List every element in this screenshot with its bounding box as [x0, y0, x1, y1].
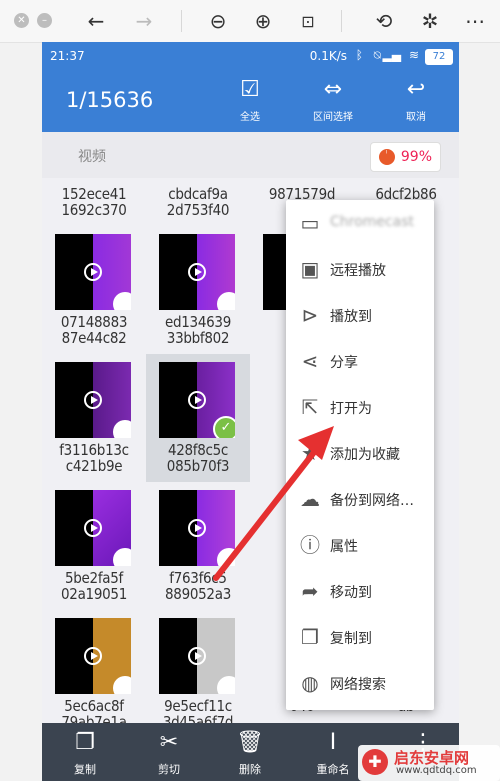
watermark-url: www.qdtdq.com	[396, 765, 477, 776]
annotation-arrow	[213, 426, 334, 581]
watermark: ✚ 启东安卓网 www.qdtdq.com	[358, 745, 500, 781]
watermark-logo-icon: ✚	[362, 749, 388, 775]
